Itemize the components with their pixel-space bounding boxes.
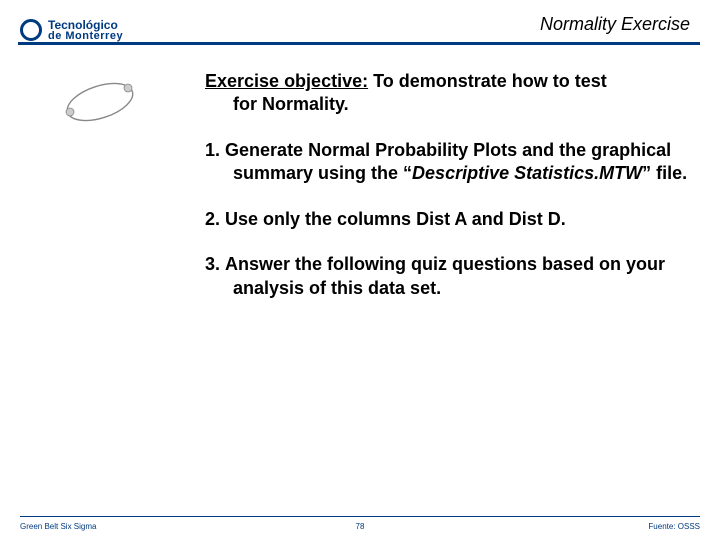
orbit-icon [60, 72, 140, 132]
step-text-ital: Descriptive Statistics.MTW [412, 163, 642, 183]
step-text-post: ” file. [642, 163, 687, 183]
footer-right: Fuente: OSSS [648, 522, 700, 531]
objective-lead: To demonstrate how to test [373, 71, 607, 91]
objective-label: Exercise objective: [205, 71, 368, 91]
page-number: 78 [356, 522, 365, 531]
page-title: Normality Exercise [540, 14, 690, 35]
step-number: 1. [205, 140, 220, 160]
objective-rest: for Normality. [205, 93, 690, 116]
list-item: 2. Use only the columns Dist A and Dist … [205, 208, 690, 231]
footer: Green Belt Six Sigma 78 Fuente: OSSS [20, 516, 700, 534]
list-item: 1. Generate Normal Probability Plots and… [205, 139, 690, 186]
footer-left: Green Belt Six Sigma [20, 522, 96, 531]
exercise-objective: Exercise objective: To demonstrate how t… [205, 70, 690, 115]
title-divider [18, 42, 700, 45]
content-area: Exercise objective: To demonstrate how t… [205, 70, 690, 322]
step-number: 2. [205, 209, 220, 229]
step-text-pre: Answer the following quiz questions base… [225, 254, 665, 297]
step-text-pre: Use only the columns Dist A and Dist D. [225, 209, 566, 229]
step-number: 3. [205, 254, 220, 274]
list-item: 3. Answer the following quiz questions b… [205, 253, 690, 300]
steps-list: 1. Generate Normal Probability Plots and… [205, 139, 690, 300]
